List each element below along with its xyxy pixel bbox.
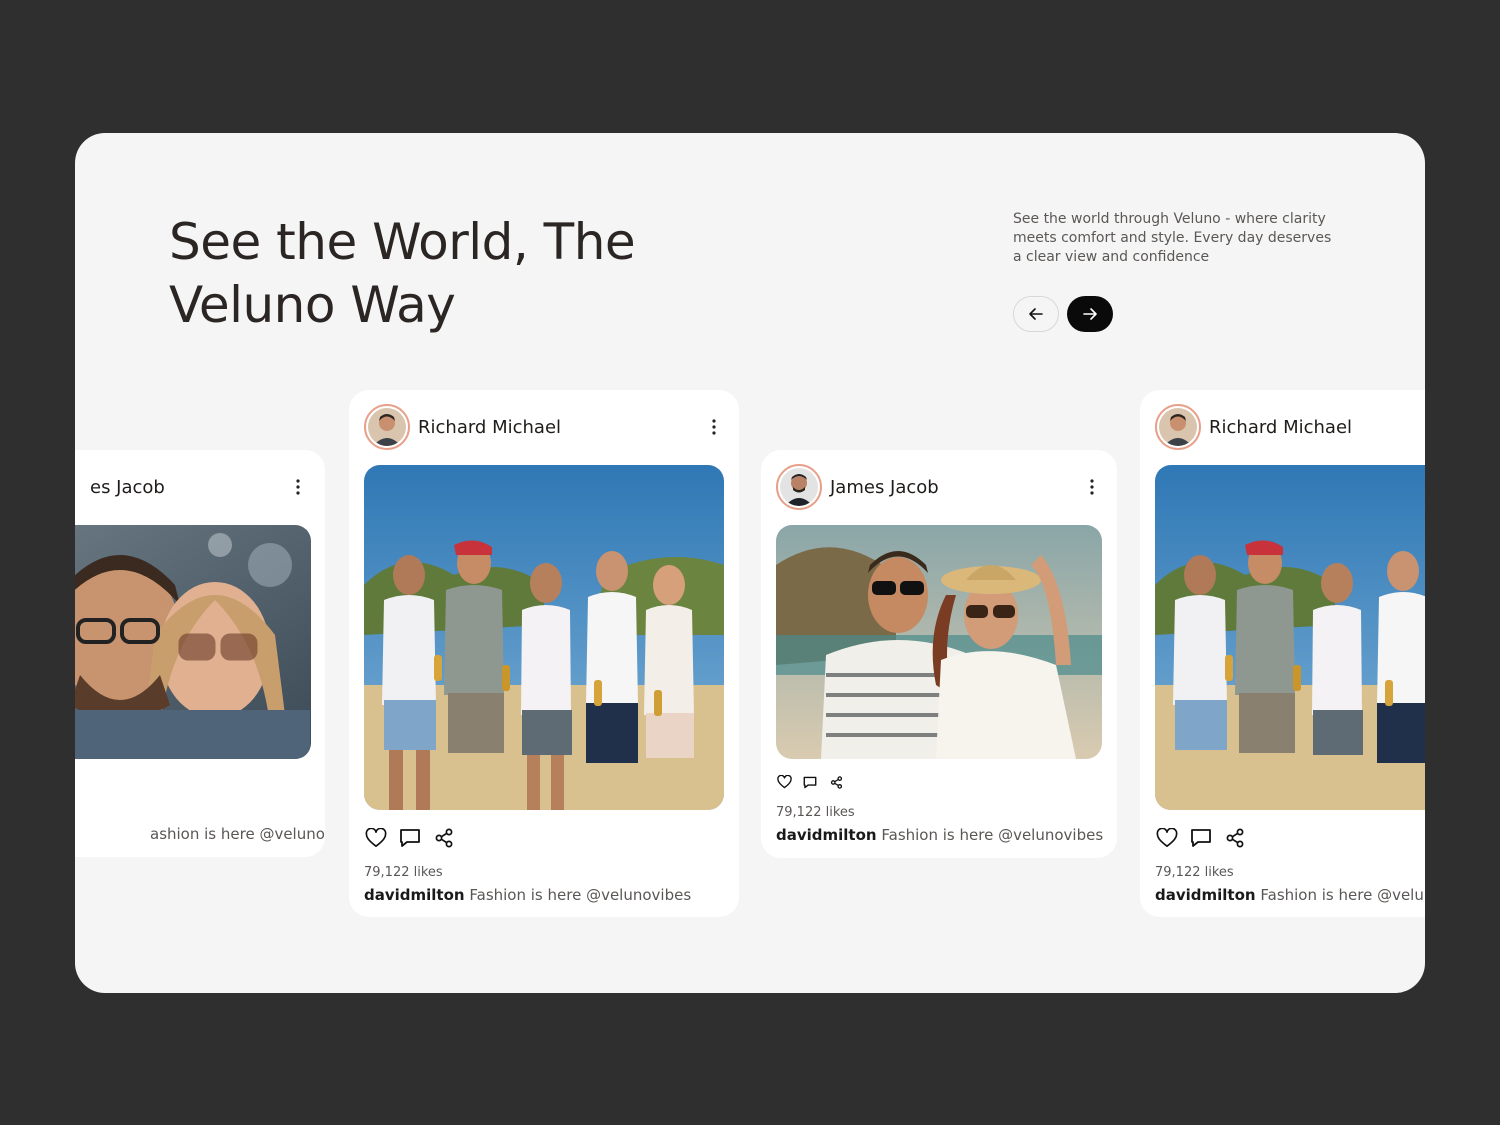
post-photo[interactable] xyxy=(1155,465,1425,810)
page-title: See the World, The Veluno Way xyxy=(169,213,636,334)
post-caption: ashion is here @velunovibes xyxy=(150,825,325,843)
like-count: 79,122 likes xyxy=(776,805,855,820)
post-card: es Jacob ashion is here @veluno xyxy=(75,450,325,857)
beach-friends-image xyxy=(1155,465,1425,810)
post-card: Richard Michael 79,122 likes davidmilton… xyxy=(1140,390,1425,917)
share-button[interactable] xyxy=(828,774,844,790)
arrow-left-icon xyxy=(1029,308,1043,320)
comment-icon xyxy=(400,829,420,847)
like-count: 79,122 likes xyxy=(364,865,443,880)
avatar[interactable] xyxy=(776,464,822,510)
caption-username[interactable]: davidmilton xyxy=(1155,886,1256,904)
avatar-image xyxy=(1159,408,1197,446)
like-button[interactable] xyxy=(364,826,388,850)
share-icon xyxy=(1226,828,1244,848)
caption-text: Fashion is here @velunovibes xyxy=(881,826,1104,844)
post-actions xyxy=(776,774,844,790)
post-caption: davidmilton Fashion is here @velunovibes xyxy=(364,886,691,904)
post-caption: davidmilton Fashion is here @velunovibes xyxy=(776,826,1103,844)
share-button[interactable] xyxy=(432,826,456,850)
more-options-button[interactable] xyxy=(704,415,724,439)
like-button[interactable] xyxy=(776,774,792,790)
next-button[interactable] xyxy=(1067,296,1113,332)
prev-button[interactable] xyxy=(1013,296,1059,332)
caption-text: Fashion is here @velunovibes xyxy=(1260,886,1425,904)
comment-button[interactable] xyxy=(802,774,818,790)
post-photo[interactable] xyxy=(75,525,311,759)
more-vertical-icon xyxy=(712,419,716,435)
more-vertical-icon xyxy=(296,479,300,495)
avatar-image xyxy=(368,408,406,446)
post-photo[interactable] xyxy=(364,465,724,810)
post-username[interactable]: Richard Michael xyxy=(418,417,561,438)
heart-icon xyxy=(776,775,792,789)
post-actions xyxy=(364,826,456,850)
more-vertical-icon xyxy=(1090,479,1094,495)
avatar-image xyxy=(780,468,818,506)
post-card: Richard Michael 79,122 likes davidmilton… xyxy=(349,390,739,917)
comment-icon xyxy=(803,776,817,788)
showcase-frame: See the World, The Veluno Way See the wo… xyxy=(75,133,1425,993)
caption-username[interactable]: davidmilton xyxy=(776,826,877,844)
caption-text: Fashion is here @velunovibes xyxy=(469,886,692,904)
like-button[interactable] xyxy=(1155,826,1179,850)
post-caption: davidmilton Fashion is here @velunovibes xyxy=(1155,886,1425,904)
comment-icon xyxy=(1191,829,1211,847)
more-options-button[interactable] xyxy=(1082,475,1102,499)
post-photo[interactable] xyxy=(776,525,1102,759)
like-count: 79,122 likes xyxy=(1155,865,1234,880)
comment-button[interactable] xyxy=(1189,826,1213,850)
heart-icon xyxy=(365,828,387,847)
post-username[interactable]: es Jacob xyxy=(90,477,165,498)
beach-friends-image xyxy=(364,465,724,810)
couple-selfie-image xyxy=(75,525,311,759)
post-username[interactable]: James Jacob xyxy=(830,477,939,498)
post-actions xyxy=(1155,826,1247,850)
share-icon xyxy=(435,828,453,848)
avatar[interactable] xyxy=(364,404,410,450)
post-username[interactable]: Richard Michael xyxy=(1209,417,1352,438)
heart-icon xyxy=(1156,828,1178,847)
arrow-right-icon xyxy=(1083,308,1097,320)
share-button[interactable] xyxy=(1223,826,1247,850)
couple-beach-image xyxy=(776,525,1102,759)
comment-button[interactable] xyxy=(398,826,422,850)
caption-username[interactable]: davidmilton xyxy=(364,886,465,904)
post-card: James Jacob 79,122 likes davidmilton Fas… xyxy=(761,450,1117,858)
share-icon xyxy=(830,775,842,789)
intro-text: See the world through Veluno - where cla… xyxy=(1013,211,1332,265)
avatar[interactable] xyxy=(1155,404,1201,450)
more-options-button[interactable] xyxy=(288,475,308,499)
